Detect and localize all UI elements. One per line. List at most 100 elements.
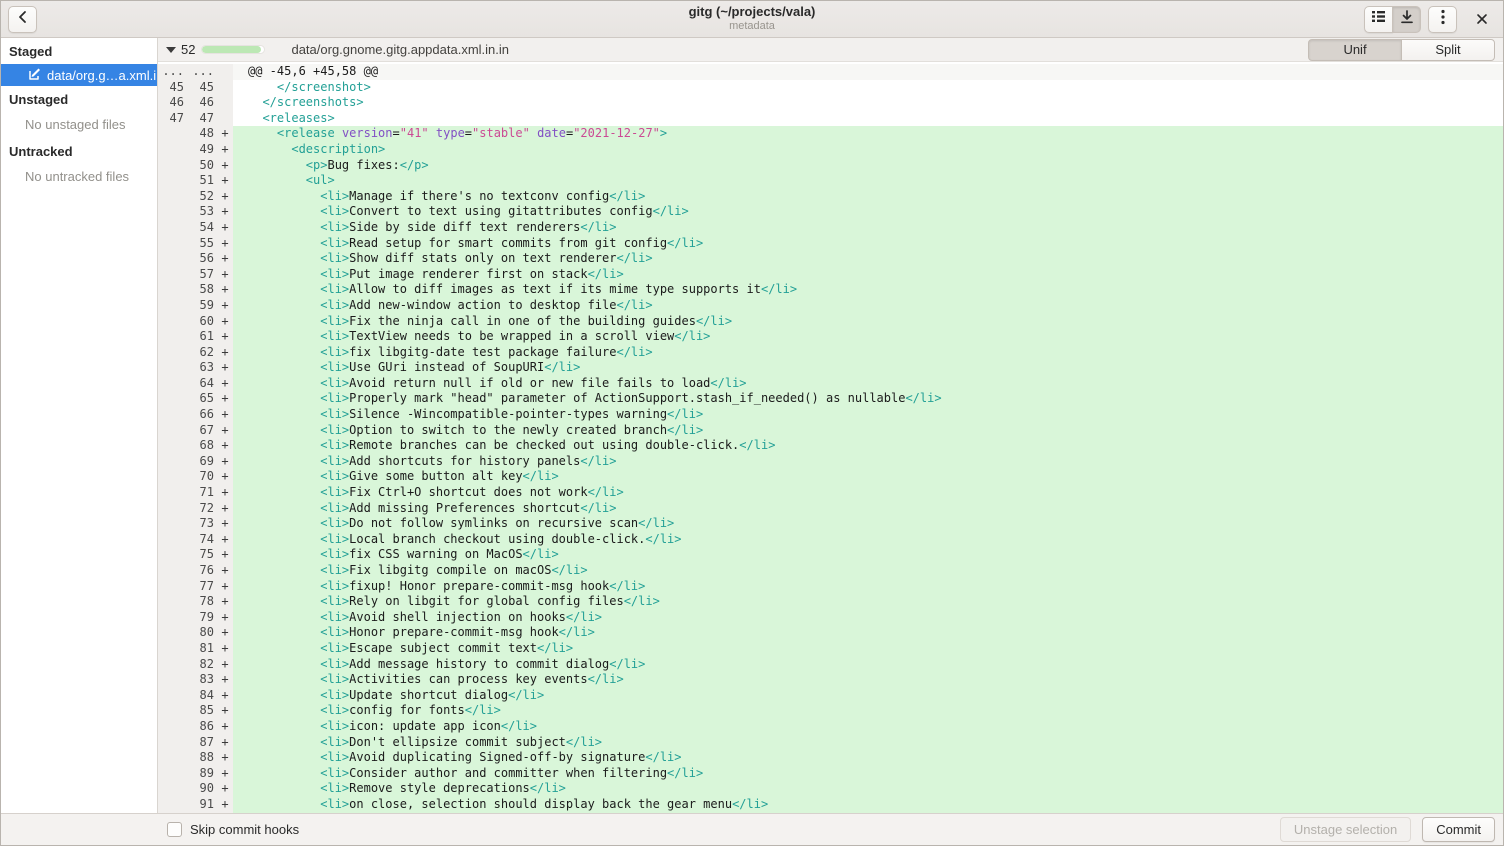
diff-line[interactable]: 4747 <releases> [158, 111, 1503, 127]
diff-line[interactable]: 80+ <li>Honor prepare-commit-msg hook</l… [158, 625, 1503, 641]
diff-line[interactable]: 57+ <li>Put image renderer first on stac… [158, 267, 1503, 283]
skip-commit-hooks-checkbox[interactable] [167, 822, 182, 837]
back-button[interactable] [8, 6, 37, 33]
diff-line-content: <li>Rely on libgit for global config fil… [233, 594, 1503, 610]
diff-line-content: <li>Fix Ctrl+O shortcut does not work</l… [233, 485, 1503, 501]
diff-line-content: <releases> [233, 111, 1503, 127]
diff-line[interactable]: 84+ <li>Update shortcut dialog</li> [158, 688, 1503, 704]
diff-line[interactable]: 60+ <li>Fix the ninja call in one of the… [158, 314, 1503, 330]
list-view-button[interactable] [1364, 6, 1393, 33]
unstage-selection-button[interactable]: Unstage selection [1280, 817, 1411, 842]
diff-line[interactable]: 69+ <li>Add shortcuts for history panels… [158, 454, 1503, 470]
diff-line[interactable]: 49+ <description> [158, 142, 1503, 158]
diff-line-content: <li>fix libgitg-date test package failur… [233, 345, 1503, 361]
diff-line[interactable]: 4646 </screenshots> [158, 95, 1503, 111]
diff-line-content: <li>Local branch checkout using double-c… [233, 532, 1503, 548]
stage-progress-bar [201, 45, 265, 54]
diff-line[interactable]: 67+ <li>Option to switch to the newly cr… [158, 423, 1503, 439]
diff-line[interactable]: 56+ <li>Show diff stats only on text ren… [158, 251, 1503, 267]
diff-line[interactable]: 58+ <li>Allow to diff images as text if … [158, 282, 1503, 298]
diff-line[interactable]: 66+ <li>Silence -Wincompatible-pointer-t… [158, 407, 1503, 423]
diff-lines: ......@@ -45,6 +45,58 @@4545 </screensho… [158, 64, 1503, 813]
commit-button[interactable]: Commit [1422, 817, 1495, 842]
diff-line-content: <li>Give some button alt key</li> [233, 469, 1503, 485]
diff-line[interactable]: 83+ <li>Activities can process key event… [158, 672, 1503, 688]
diff-line[interactable]: 54+ <li>Side by side diff text renderers… [158, 220, 1503, 236]
diff-line[interactable]: 78+ <li>Rely on libgit for global config… [158, 594, 1503, 610]
diff-line[interactable]: 73+ <li>Do not follow symlinks on recurs… [158, 516, 1503, 532]
unstaged-empty-label: No unstaged files [1, 112, 157, 138]
diff-line[interactable]: 74+ <li>Local branch checkout using doub… [158, 532, 1503, 548]
diff-line[interactable]: 76+ <li>Fix libgitg compile on macOS</li… [158, 563, 1503, 579]
diff-line[interactable]: 55+ <li>Read setup for smart commits fro… [158, 236, 1503, 252]
diff-line-content: <li>icon: update app icon</li> [233, 719, 1503, 735]
diff-line-content: <ul> [233, 173, 1503, 189]
diff-line[interactable]: 51+ <ul> [158, 173, 1503, 189]
diff-line-content: <li>on close, selection should display b… [233, 797, 1503, 813]
diff-line-content: <li>Option to switch to the newly create… [233, 423, 1503, 439]
commit-view-button[interactable] [1392, 6, 1421, 33]
diff-line[interactable]: 62+ <li>fix libgitg-date test package fa… [158, 345, 1503, 361]
diff-line[interactable]: 59+ <li>Add new-window action to desktop… [158, 298, 1503, 314]
diff-line[interactable]: 48+ <release version="41" type="stable" … [158, 126, 1503, 142]
diff-line-content: <li>Add new-window action to desktop fil… [233, 298, 1503, 314]
diff-line-content: <li>Side by side diff text renderers</li… [233, 220, 1503, 236]
staging-sidebar: Staged data/org.g…a.xml.in.in Unstaged N… [1, 38, 158, 813]
diff-line[interactable]: 82+ <li>Add message history to commit di… [158, 657, 1503, 673]
diff-line-content: <li>Convert to text using gitattributes … [233, 204, 1503, 220]
gitg-window: gitg (~/projects/vala) metadata [0, 0, 1504, 846]
staged-file-label: data/org.g…a.xml.in.in [47, 68, 158, 83]
diff-line[interactable]: 68+ <li>Remote branches can be checked o… [158, 438, 1503, 454]
diff-line[interactable]: 72+ <li>Add missing Preferences shortcut… [158, 501, 1503, 517]
diff-line[interactable]: 64+ <li>Avoid return null if old or new … [158, 376, 1503, 392]
kebab-menu-icon [1441, 9, 1445, 30]
skip-commit-hooks-label: Skip commit hooks [190, 822, 299, 837]
diff-line[interactable]: 85+ <li>config for fonts</li> [158, 703, 1503, 719]
diff-line[interactable]: 61+ <li>TextView needs to be wrapped in … [158, 329, 1503, 345]
diff-line[interactable]: 71+ <li>Fix Ctrl+O shortcut does not wor… [158, 485, 1503, 501]
back-icon [16, 10, 30, 29]
diff-line-content: <li>Put image renderer first on stack</l… [233, 267, 1503, 283]
diff-line[interactable]: 86+ <li>icon: update app icon</li> [158, 719, 1503, 735]
diff-line[interactable]: 52+ <li>Manage if there's no textconv co… [158, 189, 1503, 205]
diff-line[interactable]: 79+ <li>Avoid shell injection on hooks</… [158, 610, 1503, 626]
commit-view-icon [1400, 10, 1414, 29]
diff-filename: data/org.gnome.gitg.appdata.xml.in.in [291, 42, 509, 57]
diff-line[interactable]: 91+ <li>on close, selection should displ… [158, 797, 1503, 813]
diff-line[interactable]: 90+ <li>Remove style deprecations</li> [158, 781, 1503, 797]
diff-line[interactable]: 63+ <li>Use GUri instead of SoupURI</li> [158, 360, 1503, 376]
hunk-count: 52 [181, 42, 195, 57]
diff-line[interactable]: 75+ <li>fix CSS warning on MacOS</li> [158, 547, 1503, 563]
diff-line[interactable]: ......@@ -45,6 +45,58 @@ [158, 64, 1503, 80]
diff-line[interactable]: 81+ <li>Escape subject commit text</li> [158, 641, 1503, 657]
diff-line-content: <li>Don't ellipsize commit subject</li> [233, 735, 1503, 751]
expander-icon[interactable] [166, 47, 176, 53]
diff-line[interactable]: 65+ <li>Properly mark "head" parameter o… [158, 391, 1503, 407]
diff-line-content: <li>fixup! Honor prepare-commit-msg hook… [233, 579, 1503, 595]
diff-line[interactable]: 77+ <li>fixup! Honor prepare-commit-msg … [158, 579, 1503, 595]
split-view-button[interactable]: Split [1401, 39, 1495, 61]
diff-file-header: 52 data/org.gnome.gitg.appdata.xml.in.in… [158, 38, 1503, 62]
diff-line-content: <li>Show diff stats only on text rendere… [233, 251, 1503, 267]
diff-line-content: <li>Fix the ninja call in one of the bui… [233, 314, 1503, 330]
diff-line[interactable]: 4545 </screenshot> [158, 80, 1503, 96]
window-close-button[interactable] [1471, 6, 1493, 33]
diff-line-content: <li>Add message history to commit dialog… [233, 657, 1503, 673]
diff-line[interactable]: 88+ <li>Avoid duplicating Signed-off-by … [158, 750, 1503, 766]
diff-body[interactable]: ......@@ -45,6 +45,58 @@4545 </screensho… [158, 62, 1503, 813]
diff-line[interactable]: 53+ <li>Convert to text using gitattribu… [158, 204, 1503, 220]
diff-line-content: </screenshot> [233, 80, 1503, 96]
diff-line[interactable]: 87+ <li>Don't ellipsize commit subject</… [158, 735, 1503, 751]
diff-line-content: <li>Fix libgitg compile on macOS</li> [233, 563, 1503, 579]
sidebar-section-untracked: Untracked [1, 138, 157, 164]
diff-line[interactable]: 70+ <li>Give some button alt key</li> [158, 469, 1503, 485]
diff-line[interactable]: 50+ <p>Bug fixes:</p> [158, 158, 1503, 174]
diff-line[interactable]: 89+ <li>Consider author and committer wh… [158, 766, 1503, 782]
staged-file-item[interactable]: data/org.g…a.xml.in.in [1, 64, 157, 86]
diff-line-content: <li>Do not follow symlinks on recursive … [233, 516, 1503, 532]
diff-line-content: <li>config for fonts</li> [233, 703, 1503, 719]
unified-view-button[interactable]: Unif [1308, 39, 1402, 61]
sidebar-section-staged: Staged [1, 38, 157, 64]
menu-button[interactable] [1428, 6, 1457, 33]
diff-line-content: <release version="41" type="stable" date… [233, 126, 1503, 142]
